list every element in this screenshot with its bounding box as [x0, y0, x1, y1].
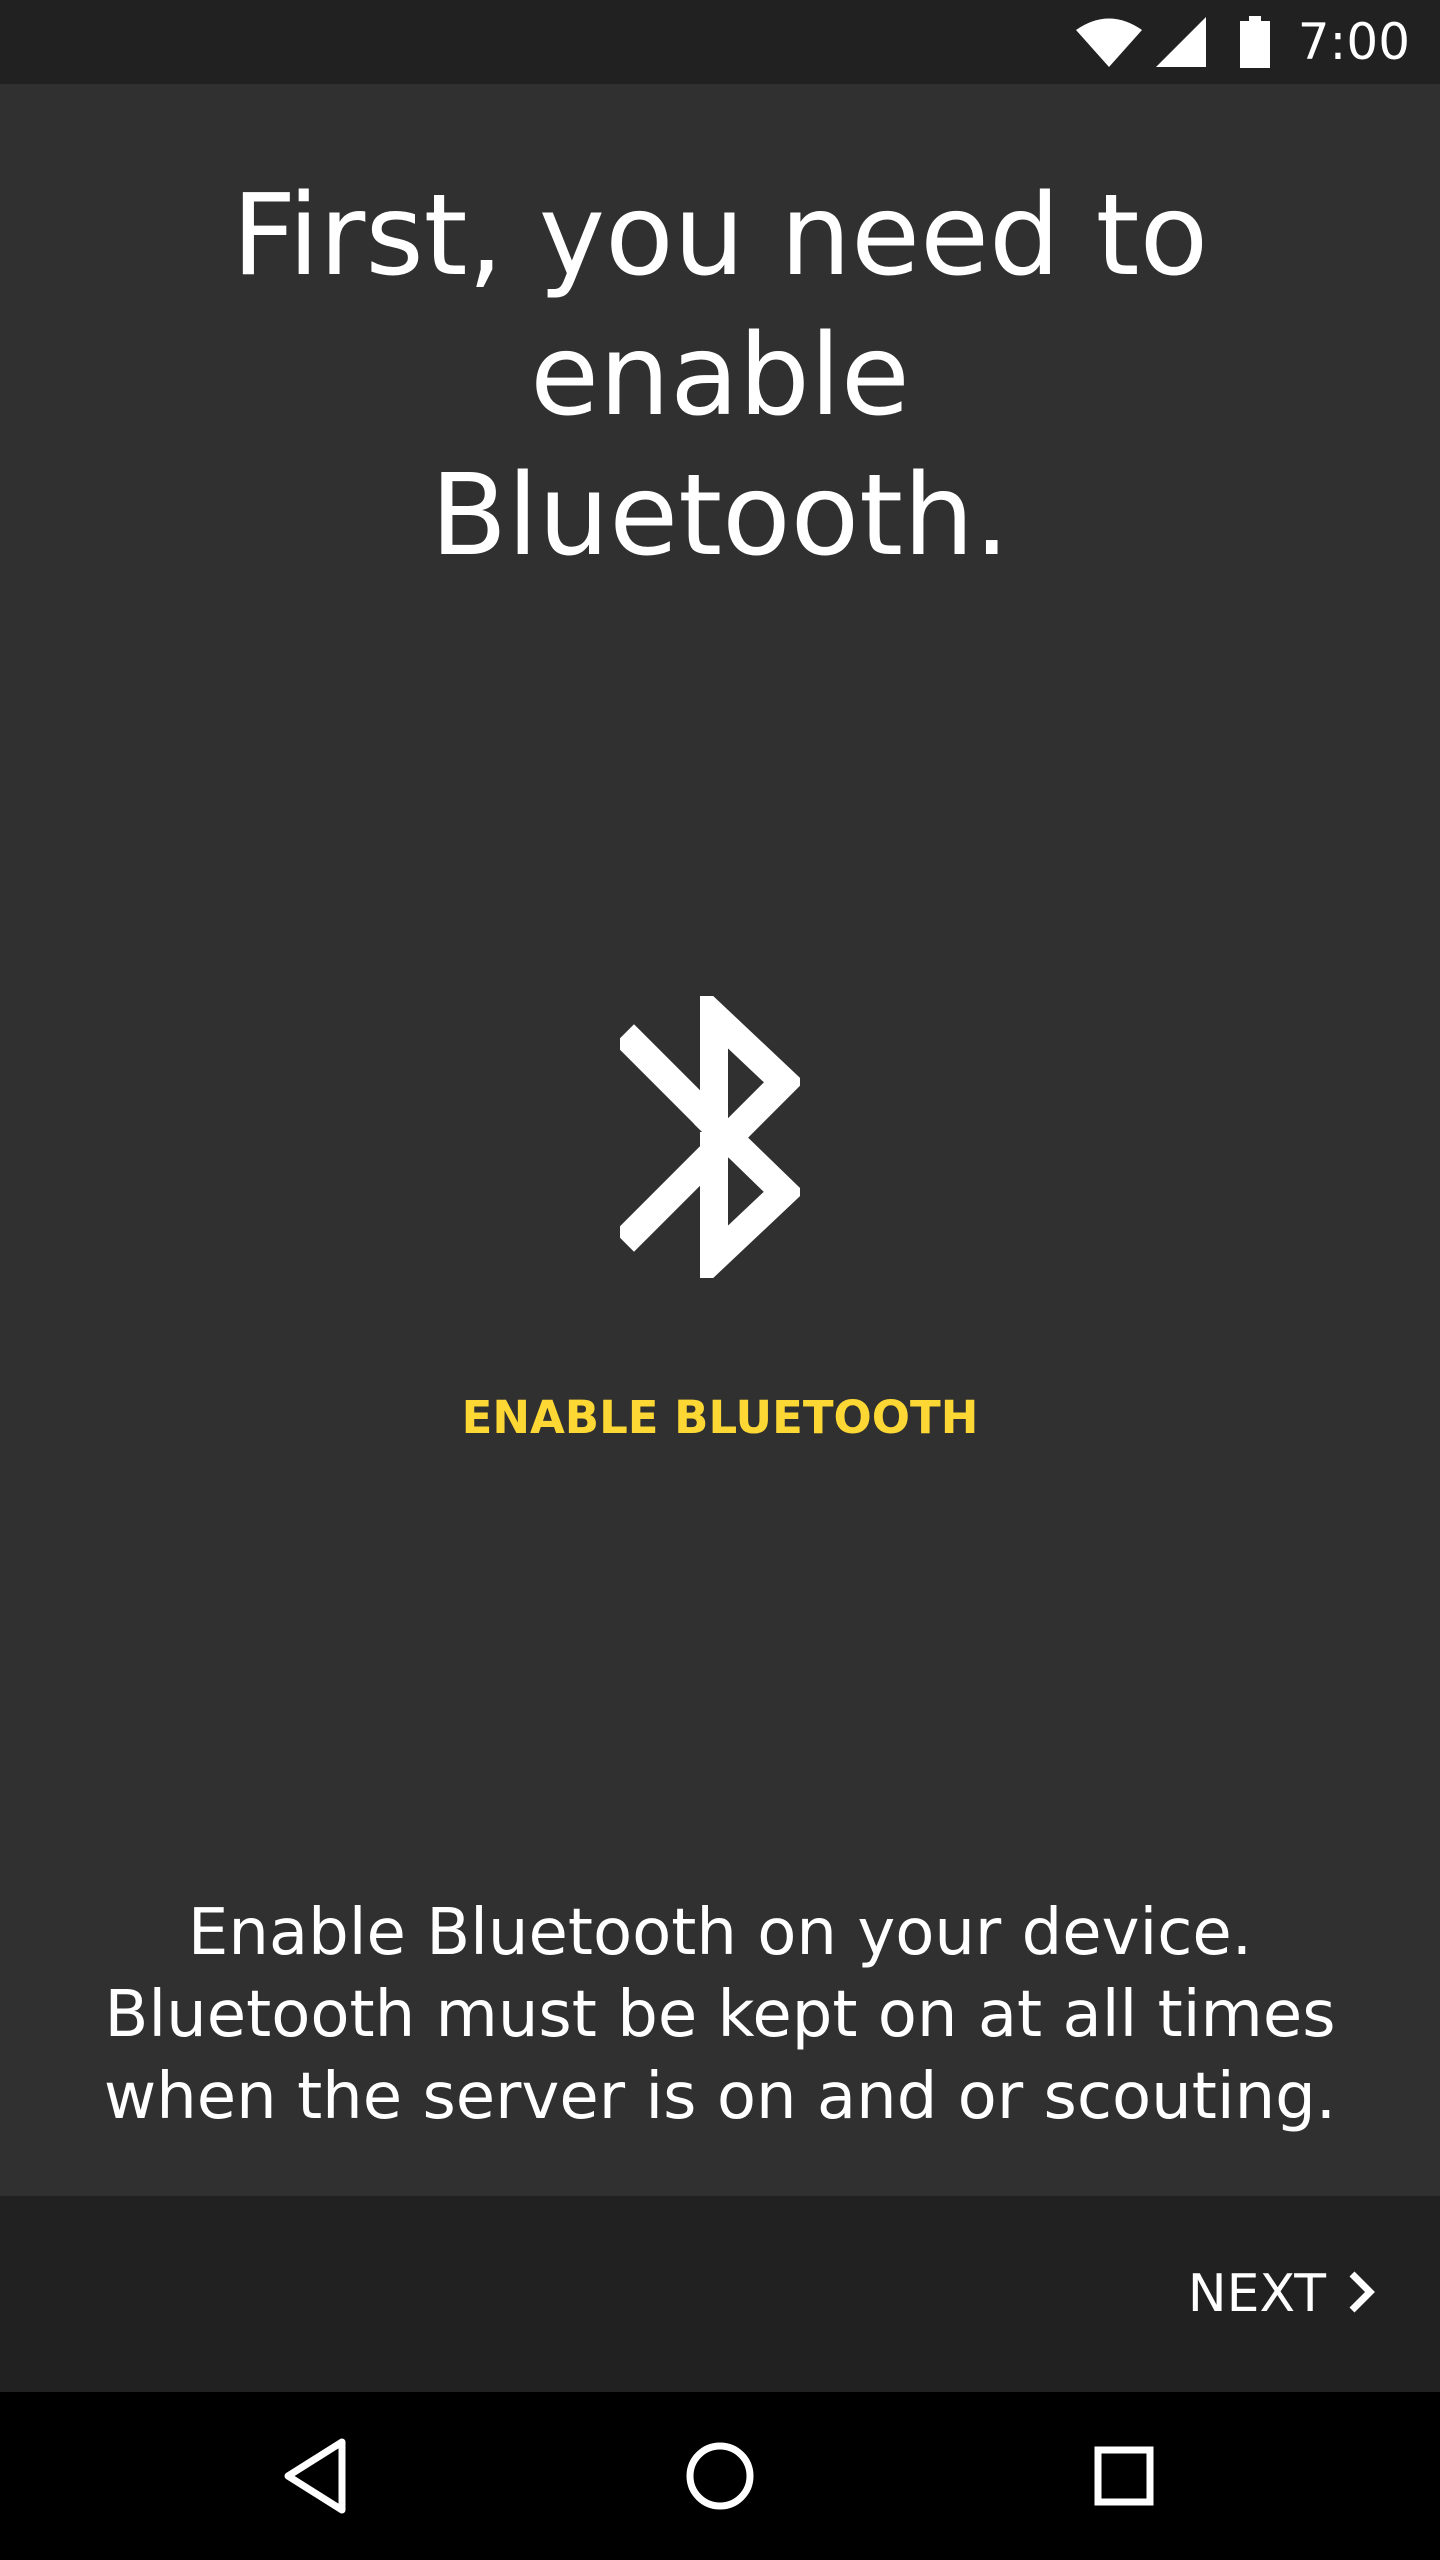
chevron-right-icon [1346, 2270, 1376, 2318]
next-button-label: NEXT [1187, 2264, 1326, 2324]
back-icon[interactable] [266, 2426, 366, 2526]
description-line-1: Enable Bluetooth on your device. [187, 1896, 1253, 1970]
description-line-3: when the server is on and or scouting. [103, 2060, 1337, 2134]
home-icon[interactable] [670, 2426, 770, 2526]
cell-signal-icon [1155, 17, 1206, 67]
status-bar: 7:00 [0, 0, 1440, 84]
bottom-bar: NEXT [0, 2196, 1440, 2392]
system-nav-bar [0, 2392, 1440, 2560]
description-line-2: Bluetooth must be kept on at all times [104, 1978, 1336, 2052]
description-text: Enable Bluetooth on your device. Bluetoo… [80, 1892, 1360, 2138]
next-button[interactable]: NEXT [1188, 2254, 1376, 2334]
bluetooth-icon [614, 983, 805, 1291]
battery-icon [1239, 16, 1270, 68]
wifi-icon [1075, 17, 1142, 67]
page-title-line-2: Bluetooth. [430, 451, 1010, 581]
page-title-line-1: First, you need to enable [231, 171, 1209, 441]
page-title: First, you need to enable Bluetooth. [40, 166, 1400, 586]
status-icons: 7:00 [1075, 0, 1410, 84]
recents-icon[interactable] [1074, 2426, 1174, 2526]
main-content: First, you need to enable Bluetooth. ENA… [0, 84, 1440, 2196]
status-clock: 7:00 [1297, 13, 1410, 71]
enable-bluetooth-button[interactable]: ENABLE BLUETOOTH [420, 1378, 1020, 1458]
